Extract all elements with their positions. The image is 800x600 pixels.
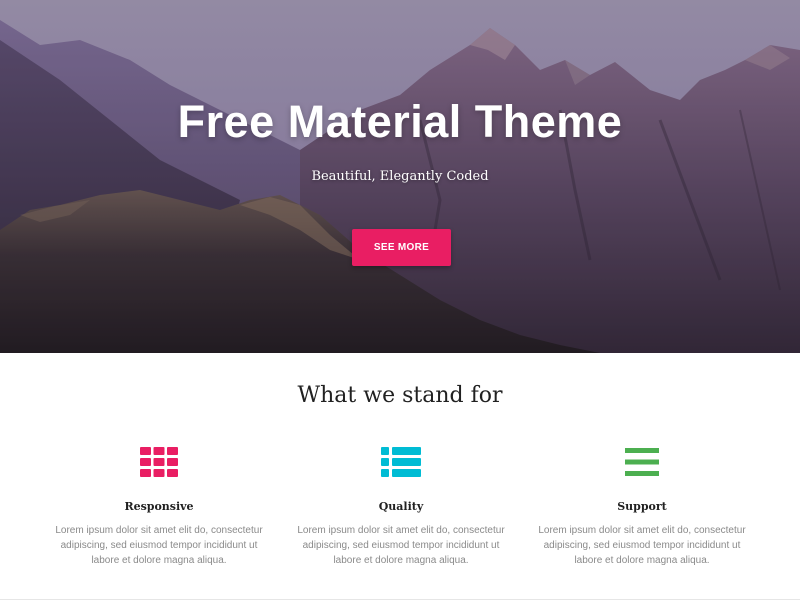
feature-responsive: Responsive Lorem ipsum dolor sit amet el… [44,445,274,568]
feature-quality: Quality Lorem ipsum dolor sit amet elit … [286,445,516,568]
features-section-title: What we stand for [297,383,503,408]
hero-section: Free Material Theme Beautiful, Elegantly… [0,0,800,353]
grid-icon [140,447,178,477]
feature-description: Lorem ipsum dolor sit amet elit do, cons… [538,525,746,566]
page: Free Material Theme Beautiful, Elegantly… [0,0,800,600]
hero-subtitle: Beautiful, Elegantly Coded [311,169,489,184]
features-section: What we stand for Responsive Lorem ipsum… [0,353,800,600]
feature-title: Quality [378,500,424,513]
feature-title: Responsive [124,500,194,513]
see-more-button[interactable]: SEE MORE [352,229,451,266]
menu-icon [625,448,659,476]
feature-support: Support Lorem ipsum dolor sit amet elit … [527,445,757,568]
feature-title: Support [617,500,667,513]
hero-content: Free Material Theme Beautiful, Elegantly… [0,0,800,353]
list-icon [381,447,421,477]
feature-description: Lorem ipsum dolor sit amet elit do, cons… [297,525,505,566]
hero-title: Free Material Theme [177,96,623,147]
feature-description: Lorem ipsum dolor sit amet elit do, cons… [55,525,263,566]
